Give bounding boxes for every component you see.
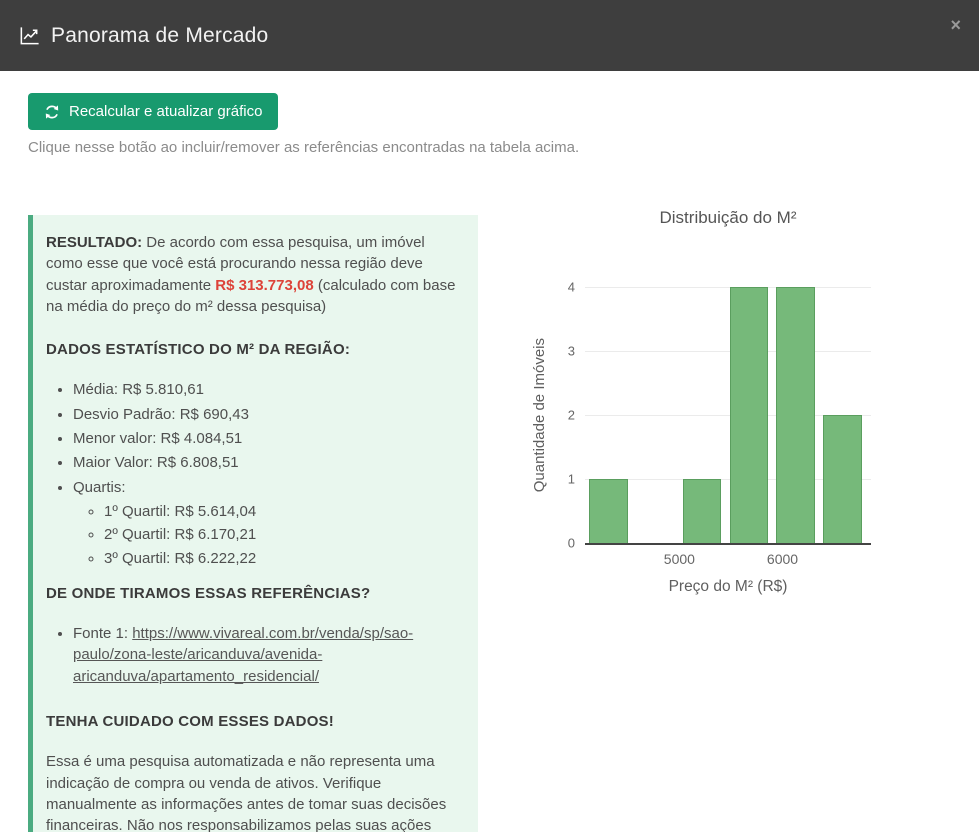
quartil-item: 1º Quartil: R$ 5.614,04 [104,501,463,522]
stat-item-quartis: Quartis: 1º Quartil: R$ 5.614,042º Quart… [73,477,463,569]
stat-item: Menor valor: R$ 4.084,51 [73,428,463,449]
stats-heading: DADOS ESTATÍSTICO DO M² DA REGIÃO: [46,339,463,360]
y-axis-tick-label: 4 [568,280,575,295]
chart-line-icon [18,24,41,47]
stat-item: Desvio Padrão: R$ 690,43 [73,404,463,425]
toolbar-caption: Clique nesse botão ao incluir/remover as… [28,139,579,156]
histogram-bar [730,287,768,543]
x-axis-title: Preço do M² (R$) [585,578,871,596]
histogram-bar [823,415,861,543]
y-axis-tick-label: 2 [568,408,575,423]
stats-list: Média: R$ 5.810,61 Desvio Padrão: R$ 690,… [46,379,463,568]
warning-paragraph: Essa é uma pesquisa automatizada e não r… [46,751,463,832]
refresh-icon [44,104,60,120]
result-panel: RESULTADO: De acordo com essa pesquisa, … [28,215,478,832]
histogram-bar [776,287,814,543]
stat-item: Média: R$ 5.810,61 [73,379,463,400]
histogram-bar [683,479,721,543]
recalculate-button[interactable]: Recalcular e atualizar gráfico [28,93,278,130]
fonte-list: Fonte 1: https://www.vivareal.com.br/ven… [46,623,463,687]
quartis-list: 1º Quartil: R$ 5.614,042º Quartil: R$ 6.… [73,501,463,569]
quartis-label: Quartis: [73,479,126,496]
resultado-paragraph: RESULTADO: De acordo com essa pesquisa, … [46,232,463,317]
plot-area: 0123450006000 [585,287,871,545]
estimated-price: R$ 313.773,08 [215,277,313,294]
modal-header: Panorama de Mercado × [0,0,979,71]
references-heading: DE ONDE TIRAMOS ESSAS REFERÊNCIAS? [46,583,463,604]
gridline [585,351,871,352]
y-axis-tick-label: 3 [568,344,575,359]
y-axis-title: Quantidade de Imóveis [528,287,550,543]
chart-title: Distribuição do M² [585,208,871,228]
y-axis-tick-label: 0 [568,536,575,551]
distribution-chart: Distribuição do M² Quantidade de Imóveis… [520,195,920,625]
recalculate-button-label: Recalcular e atualizar gráfico [69,103,262,120]
resultado-label: RESULTADO: [46,234,142,251]
fonte-label: Fonte 1: [73,625,128,642]
y-axis-tick-label: 1 [568,472,575,487]
modal-title: Panorama de Mercado [51,24,268,48]
close-icon[interactable]: × [950,16,961,34]
panorama-modal: Panorama de Mercado × Recalcular e atual… [0,0,979,832]
stat-item: Maior Valor: R$ 6.808,51 [73,452,463,473]
x-axis-tick-label: 5000 [664,551,695,567]
histogram-bar [589,479,627,543]
gridline [585,287,871,288]
warning-heading: TENHA CUIDADO COM ESSES DADOS! [46,711,463,732]
quartil-item: 3º Quartil: R$ 6.222,22 [104,548,463,569]
x-axis-tick-label: 6000 [767,551,798,567]
quartil-item: 2º Quartil: R$ 6.170,21 [104,524,463,545]
fonte-item: Fonte 1: https://www.vivareal.com.br/ven… [73,623,463,687]
